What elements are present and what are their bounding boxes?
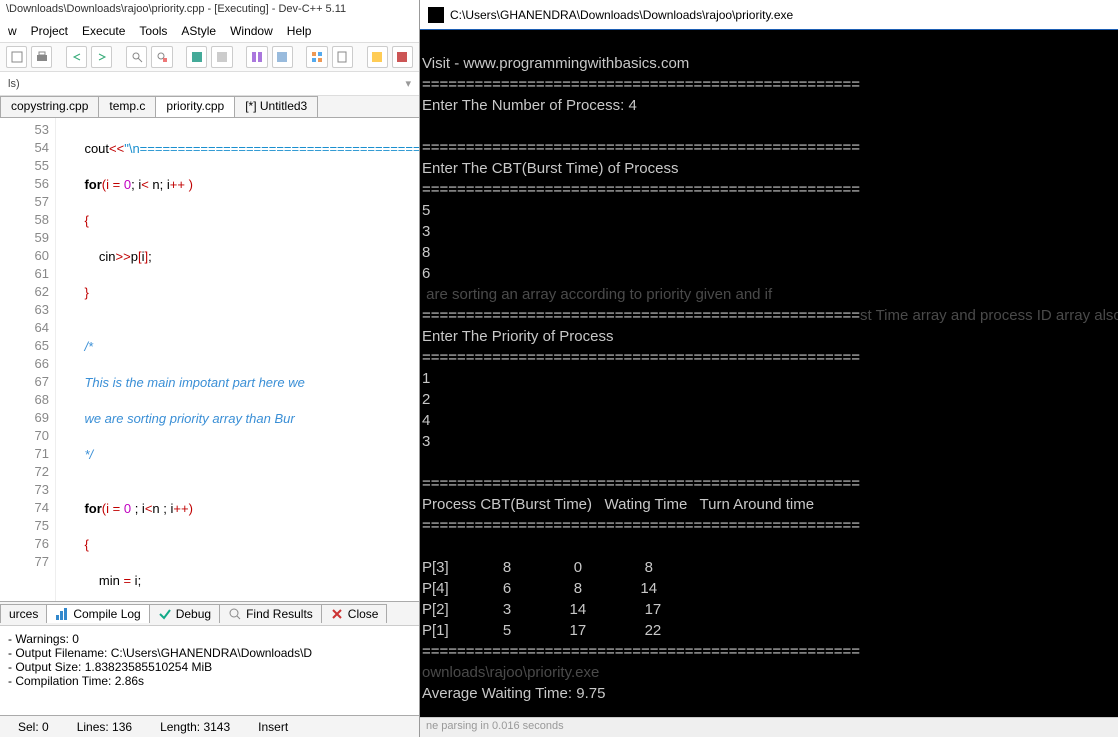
btab-debug[interactable]: Debug — [149, 604, 220, 623]
bookmarks-icon[interactable] — [332, 46, 353, 68]
barchart-icon — [55, 607, 69, 621]
check-icon — [158, 607, 172, 621]
log-line: - Output Filename: C:\Users\GHANENDRA\Do… — [8, 646, 411, 660]
toolbar — [0, 42, 419, 72]
toolbar-btn[interactable] — [6, 46, 27, 68]
log-line: - Warnings: 0 — [8, 632, 411, 646]
menu-execute[interactable]: Execute — [82, 24, 125, 38]
replace-icon[interactable] — [151, 46, 172, 68]
log-line: - Compilation Time: 2.86s — [8, 674, 411, 688]
tab-copystring[interactable]: copystring.cpp — [0, 96, 99, 117]
find-icon[interactable] — [126, 46, 147, 68]
btab-close[interactable]: Close — [321, 604, 388, 623]
search-icon — [228, 607, 242, 621]
ide-titlebar: \Downloads\Downloads\rajoo\priority.cpp … — [0, 0, 419, 20]
compile-icon[interactable] — [186, 46, 207, 68]
menu-astyle[interactable]: AStyle — [181, 24, 216, 38]
ide-window: \Downloads\Downloads\rajoo\priority.cpp … — [0, 0, 420, 737]
redo-icon[interactable] — [91, 46, 112, 68]
class-browser-bar: ls) ▾ — [0, 72, 419, 96]
code-area[interactable]: cout<<"\n===============================… — [56, 118, 419, 601]
profile-icon[interactable] — [272, 46, 293, 68]
menu-tools[interactable]: Tools — [139, 24, 167, 38]
tab-temp[interactable]: temp.c — [98, 96, 156, 117]
compile-log[interactable]: - Warnings: 0 - Output Filename: C:\User… — [0, 625, 419, 715]
console-titlebar: C:\Users\GHANENDRA\Downloads\Downloads\r… — [420, 0, 1118, 30]
btab-compile-log[interactable]: Compile Log — [46, 604, 149, 623]
status-lines: Lines: 136 — [77, 720, 132, 734]
status-length: Length: 3143 — [160, 720, 230, 734]
tab-priority[interactable]: priority.cpp — [155, 96, 235, 117]
btab-find-results[interactable]: Find Results — [219, 604, 322, 623]
goto-icon[interactable] — [367, 46, 388, 68]
menu-project[interactable]: Project — [31, 24, 68, 38]
menu-w[interactable]: w — [8, 24, 17, 38]
menu-help[interactable]: Help — [287, 24, 312, 38]
console-window: C:\Users\GHANENDRA\Downloads\Downloads\r… — [420, 0, 1118, 737]
btab-resources[interactable]: urces — [0, 604, 47, 623]
exe-icon — [428, 7, 444, 23]
console-title-text: C:\Users\GHANENDRA\Downloads\Downloads\r… — [450, 8, 793, 22]
bottom-tabs: urces Compile Log Debug Find Results Clo… — [0, 601, 419, 625]
console-output[interactable]: Visit - www.programmingwithbasics.com ==… — [420, 30, 1118, 717]
print-icon[interactable] — [31, 46, 52, 68]
subbar-text: ls) — [8, 78, 20, 90]
ide-parsing-status: ne parsing in 0.016 seconds — [420, 717, 1118, 737]
status-sel: Sel: 0 — [18, 720, 49, 734]
debug-icon[interactable] — [246, 46, 267, 68]
log-line: - Output Size: 1.83823585510254 MiB — [8, 660, 411, 674]
close-icon — [330, 607, 344, 621]
tab-untitled3[interactable]: [*] Untitled3 — [234, 96, 318, 117]
grid-icon[interactable] — [306, 46, 327, 68]
options-icon[interactable] — [392, 46, 413, 68]
editor-tabs: copystring.cpp temp.c priority.cpp [*] U… — [0, 96, 419, 118]
undo-icon[interactable] — [66, 46, 87, 68]
run-icon[interactable] — [211, 46, 232, 68]
line-gutter: 53 54 55 56 57 58 59 60 61 62 63 64 65 6… — [0, 118, 56, 601]
status-mode: Insert — [258, 720, 288, 734]
dropdown-icon[interactable]: ▾ — [405, 77, 411, 90]
menubar: w Project Execute Tools AStyle Window He… — [0, 20, 419, 42]
statusbar: Sel: 0 Lines: 136 Length: 3143 Insert — [0, 715, 419, 737]
editor[interactable]: 53 54 55 56 57 58 59 60 61 62 63 64 65 6… — [0, 118, 419, 601]
menu-window[interactable]: Window — [230, 24, 273, 38]
